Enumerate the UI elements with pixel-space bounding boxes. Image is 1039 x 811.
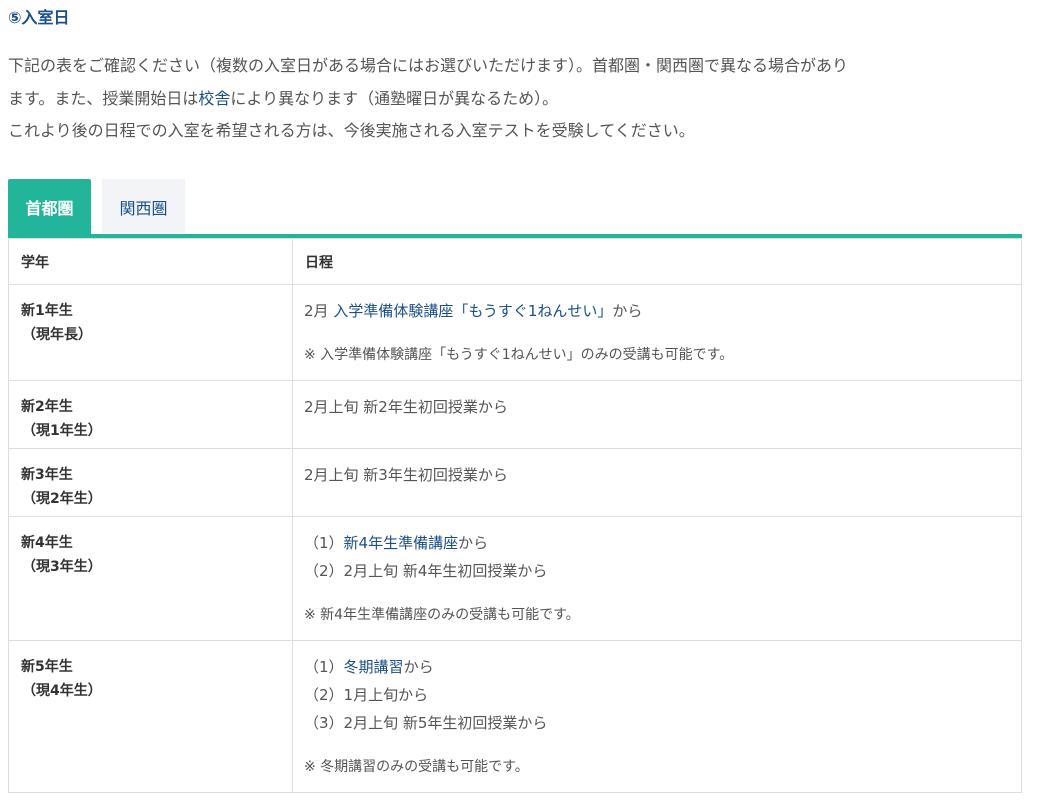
schedule-table: 学年 日程 新1年生 （現年長） 2月 入学準備体験講座「もうすぐ1ねんせい」か… bbox=[8, 238, 1022, 793]
table-row: 新1年生 （現年長） 2月 入学準備体験講座「もうすぐ1ねんせい」から ※ 入学… bbox=[8, 284, 1022, 381]
schedule-suffix: から bbox=[403, 658, 434, 676]
header-grade: 学年 bbox=[8, 238, 293, 285]
schedule-line: （2）1月上旬から bbox=[304, 686, 429, 704]
current-grade-label: （現4年生） bbox=[22, 683, 102, 699]
intro-line-3: これより後の日程での入室を希望される方は、今後実施される入室テストを受験してくだ… bbox=[8, 121, 695, 140]
school-link[interactable]: 校舎 bbox=[198, 89, 230, 108]
grade-label: 新4年生 bbox=[21, 535, 73, 551]
schedule-line: （3）2月上旬 新5年生初回授業から bbox=[304, 714, 548, 732]
schedule-note: ※ 冬期講習のみの受講も可能です。 bbox=[304, 759, 529, 775]
tab-shutoken[interactable]: 首都圏 bbox=[8, 179, 91, 234]
tab-kansai[interactable]: 関西圏 bbox=[102, 179, 185, 234]
intro-line-2-after: により異なります（通塾曜日が異なるため）。 bbox=[230, 88, 559, 108]
current-grade-label: （現年長） bbox=[22, 327, 92, 343]
schedule-suffix: から bbox=[612, 302, 643, 320]
schedule-cell: 2月上旬 新3年生初回授業から bbox=[292, 448, 1022, 517]
course-link[interactable]: 新4年生準備講座 bbox=[344, 534, 459, 552]
current-grade-label: （現2年生） bbox=[22, 491, 102, 507]
schedule-line: 2月上旬 新3年生初回授業から bbox=[304, 466, 508, 484]
course-link[interactable]: 入学準備体験講座「もうすぐ1ねんせい」 bbox=[333, 302, 612, 320]
schedule-prefix: （1） bbox=[304, 534, 344, 552]
schedule-prefix: （1） bbox=[304, 658, 344, 676]
schedule-line: （1）冬期講習から bbox=[304, 653, 1009, 681]
intro-text: 下記の表をご確認ください（複数の入室日がある場合にはお選びいただけます）。首都圏… bbox=[8, 50, 1023, 148]
current-grade-label: （現1年生） bbox=[22, 423, 102, 439]
schedule-cell: 2月 入学準備体験講座「もうすぐ1ねんせい」から ※ 入学準備体験講座「もうすぐ… bbox=[292, 284, 1022, 381]
schedule-cell: （1）新4年生準備講座から （2）2月上旬 新4年生初回授業から ※ 新4年生準… bbox=[292, 516, 1022, 641]
schedule-line: 2月 入学準備体験講座「もうすぐ1ねんせい」から bbox=[304, 297, 1009, 325]
grade-cell: 新3年生 （現2年生） bbox=[8, 448, 293, 517]
grade-label: 新1年生 bbox=[21, 303, 73, 319]
intro-line-1: 下記の表をご確認ください（複数の入室日がある場合にはお選びいただけます）。首都圏… bbox=[8, 56, 849, 75]
intro-line-2-before: ます。また、授業開始日は bbox=[8, 88, 199, 108]
schedule-note: ※ 入学準備体験講座「もうすぐ1ねんせい」のみの受講も可能です。 bbox=[304, 347, 734, 363]
schedule-suffix: から bbox=[458, 534, 489, 552]
schedule-cell: （1）冬期講習から （2）1月上旬から （3）2月上旬 新5年生初回授業から ※… bbox=[292, 640, 1022, 793]
grade-label: 新2年生 bbox=[21, 399, 73, 415]
schedule-line: （2）2月上旬 新4年生初回授業から bbox=[304, 562, 548, 580]
grade-cell: 新4年生 （現3年生） bbox=[8, 516, 293, 641]
section-title: ⑤入室日 bbox=[8, 8, 70, 27]
schedule-prefix: 2月 bbox=[304, 302, 334, 320]
schedule-line: 2月上旬 新2年生初回授業から bbox=[304, 398, 508, 416]
schedule-note: ※ 新4年生準備講座のみの受講も可能です。 bbox=[304, 607, 580, 623]
table-row: 新2年生 （現1年生） 2月上旬 新2年生初回授業から bbox=[8, 380, 1022, 449]
schedule-cell: 2月上旬 新2年生初回授業から bbox=[292, 380, 1022, 449]
grade-label: 新3年生 bbox=[21, 467, 73, 483]
current-grade-label: （現3年生） bbox=[22, 559, 102, 575]
grade-cell: 新5年生 （現4年生） bbox=[8, 640, 293, 793]
schedule-line: （1）新4年生準備講座から bbox=[304, 529, 1009, 557]
region-tabs: 首都圏 関西圏 bbox=[8, 179, 1022, 238]
grade-label: 新5年生 bbox=[21, 659, 73, 675]
intro-line-2: ます。また、授業開始日は校舎により異なります（通塾曜日が異なるため）。 bbox=[8, 83, 1023, 116]
table-row: 新5年生 （現4年生） （1）冬期講習から （2）1月上旬から （3）2月上旬 … bbox=[8, 640, 1022, 793]
table-row: 新4年生 （現3年生） （1）新4年生準備講座から （2）2月上旬 新4年生初回… bbox=[8, 516, 1022, 641]
table-header-row: 学年 日程 bbox=[8, 238, 1022, 285]
header-schedule: 日程 bbox=[292, 238, 1022, 285]
course-link[interactable]: 冬期講習 bbox=[344, 658, 404, 676]
table-row: 新3年生 （現2年生） 2月上旬 新3年生初回授業から bbox=[8, 448, 1022, 517]
grade-cell: 新1年生 （現年長） bbox=[8, 284, 293, 381]
grade-cell: 新2年生 （現1年生） bbox=[8, 380, 293, 449]
